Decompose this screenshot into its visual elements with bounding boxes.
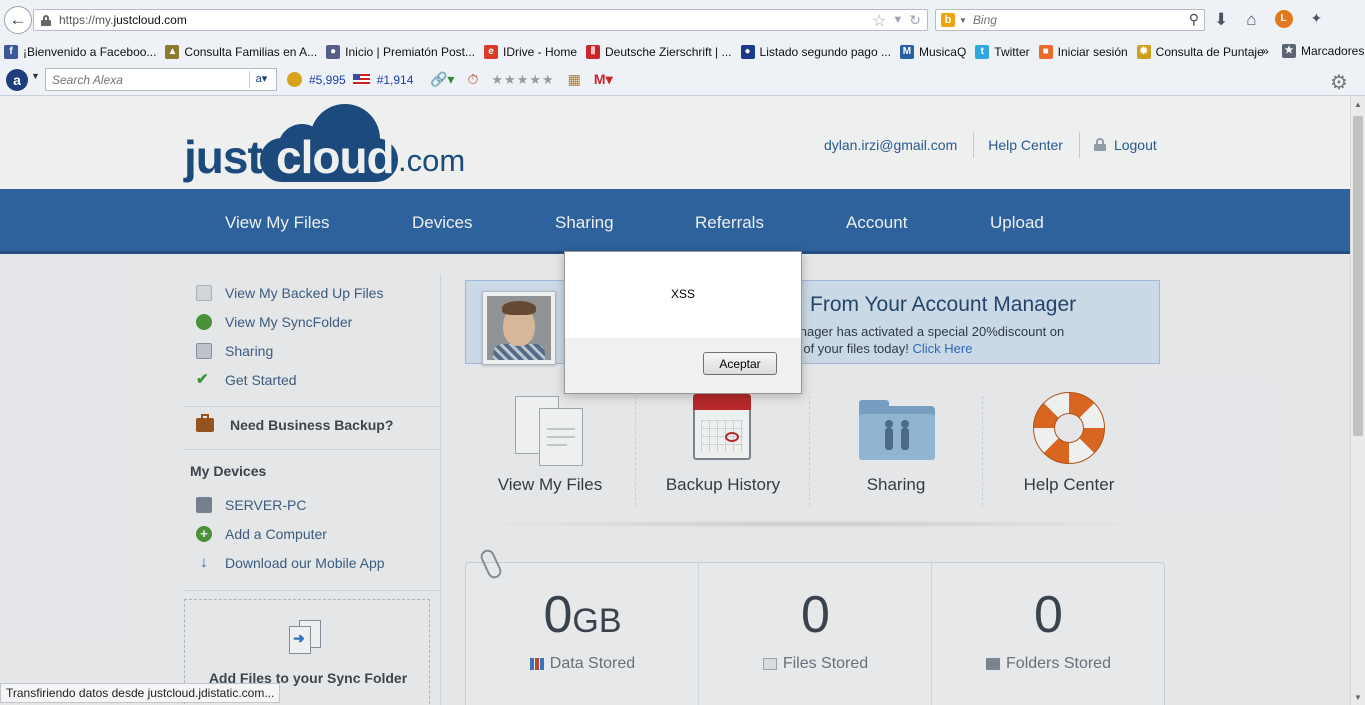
status-bar: Transfiriendo datos desde justcloud.jdis…: [0, 683, 281, 703]
back-button[interactable]: ←: [4, 6, 32, 34]
bookmark-label: Inicio | Premiatón Post...: [345, 45, 475, 59]
engine-dropdown-icon[interactable]: ▼: [959, 16, 967, 25]
alexa-search-box[interactable]: a▾: [45, 68, 277, 91]
bookmarks-folder[interactable]: ★ Marcadores: [1282, 44, 1364, 58]
downloads-icon[interactable]: ⬇: [1214, 10, 1228, 30]
bookmark-item[interactable]: Ⅱ Deutsche Zierschrift | ...: [586, 45, 732, 59]
bing-logo-icon: b: [941, 13, 955, 27]
bookmarks-overflow-button[interactable]: »: [1262, 44, 1269, 58]
bookmark-item[interactable]: ● Inicio | Premiatón Post...: [326, 45, 475, 59]
addon-icon[interactable]: L: [1274, 10, 1293, 28]
bookmark-favicon-icon: ✹: [1136, 45, 1151, 59]
bookmark-favicon-icon: ▲: [165, 45, 180, 59]
settings-gear-icon[interactable]: ⚙: [1330, 70, 1348, 95]
bookmark-label: Twitter: [994, 45, 1030, 59]
us-flag-icon: [352, 74, 370, 85]
bookmark-item[interactable]: e IDrive - Home: [484, 45, 577, 59]
navigation-toolbar: ← https://my.justcloud.com ☆ ▼ ↻ b ▼ Bin…: [0, 0, 1365, 40]
vertical-scrollbar[interactable]: ▲ ▼: [1350, 96, 1365, 705]
alexa-logo-icon[interactable]: a: [6, 69, 28, 91]
alert-dialog: XSS Aceptar: [564, 251, 802, 394]
home-icon[interactable]: ⌂: [1246, 10, 1256, 30]
lock-icon: [41, 14, 51, 26]
bookmark-favicon-icon: M: [899, 45, 914, 59]
bookmark-label: ¡Bienvenido a Faceboo...: [23, 45, 157, 59]
bookmark-favicon-icon: ■: [1038, 45, 1053, 59]
reviews-icon[interactable]: ▦: [568, 71, 581, 88]
url-text: https://my.justcloud.com: [59, 13, 187, 27]
bookmark-label: IDrive - Home: [503, 45, 578, 59]
alexa-search-button[interactable]: a▾: [249, 71, 273, 88]
bookmark-favicon-icon: e: [484, 45, 498, 59]
modal-overlay: XSS Aceptar: [0, 96, 1350, 705]
bookmark-label: Iniciar sesión: [1057, 45, 1128, 59]
alexa-toolbar: a ▼ a▾ #5,995 #1,914 🔗▾ ⏱ ★★★★★ ▦ M▾ ⚙: [0, 64, 1365, 96]
search-bar[interactable]: b ▼ Bing ⚲: [935, 9, 1205, 31]
gmail-icon[interactable]: M▾: [594, 71, 613, 88]
reload-icon[interactable]: ↻: [909, 11, 921, 31]
history-dropdown-icon[interactable]: ▼: [892, 11, 903, 31]
alexa-country-rank[interactable]: #1,914: [377, 73, 414, 87]
alexa-search-input[interactable]: [46, 69, 241, 90]
scroll-down-arrow-icon[interactable]: ▼: [1354, 693, 1362, 702]
bookmark-favicon-icon: ●: [326, 45, 341, 59]
search-icon[interactable]: ⚲: [1189, 11, 1199, 28]
bookmarks-folder-icon: ★: [1282, 44, 1296, 58]
bookmark-label: Listado segundo pago ...: [759, 45, 891, 59]
search-placeholder: Bing: [972, 13, 997, 27]
alert-ok-button[interactable]: Aceptar: [703, 352, 777, 375]
alert-message: XSS: [670, 287, 695, 301]
browser-chrome: ← https://my.justcloud.com ☆ ▼ ↻ b ▼ Bin…: [0, 0, 1365, 96]
bookmark-label: Consulta de Puntaje: [1155, 45, 1264, 59]
alexa-global-rank[interactable]: #5,995: [309, 73, 346, 87]
bookmark-favicon-icon: f: [4, 45, 18, 59]
bookmark-item[interactable]: ● Listado segundo pago ...: [740, 45, 891, 59]
bookmark-label: Deutsche Zierschrift | ...: [605, 45, 732, 59]
links-icon[interactable]: 🔗▾: [430, 71, 454, 88]
rating-stars-icon[interactable]: ★★★★★: [491, 72, 554, 88]
bookmark-item[interactable]: f ¡Bienvenido a Faceboo...: [4, 45, 156, 59]
bookmark-item[interactable]: ✹ Consulta de Puntaje: [1136, 45, 1264, 59]
bookmark-favicon-icon: t: [975, 45, 990, 59]
back-arrow-icon: ←: [9, 10, 27, 29]
bookmark-item[interactable]: ■ Iniciar sesión: [1038, 45, 1128, 59]
globe-icon: [287, 72, 302, 87]
scrollbar-thumb[interactable]: [1353, 116, 1363, 436]
bookmark-favicon-icon: ●: [740, 45, 755, 59]
page-content: just cloud .com dylan.irzi@gmail.com Hel…: [0, 96, 1350, 705]
bookmark-star-icon[interactable]: ☆: [872, 11, 886, 31]
scroll-up-arrow-icon[interactable]: ▲: [1354, 100, 1362, 109]
bookmark-label: Consulta Familias en A...: [184, 45, 318, 59]
wayback-icon[interactable]: ⏱: [467, 71, 478, 88]
alexa-menu-caret-icon[interactable]: ▼: [31, 71, 40, 81]
bookmark-item[interactable]: t Twitter: [975, 45, 1030, 59]
bookmark-label: MusicaQ: [918, 45, 967, 59]
bookmark-favicon-icon: Ⅱ: [586, 45, 601, 59]
address-bar[interactable]: https://my.justcloud.com ☆ ▼ ↻: [33, 9, 928, 31]
extension-icon[interactable]: ✦: [1311, 10, 1323, 30]
bookmark-item[interactable]: M MusicaQ: [899, 45, 967, 59]
bookmark-item[interactable]: ▲ Consulta Familias en A...: [165, 45, 317, 59]
bookmarks-toolbar: f ¡Bienvenido a Faceboo... ▲ Consulta Famil…: [0, 40, 1365, 64]
